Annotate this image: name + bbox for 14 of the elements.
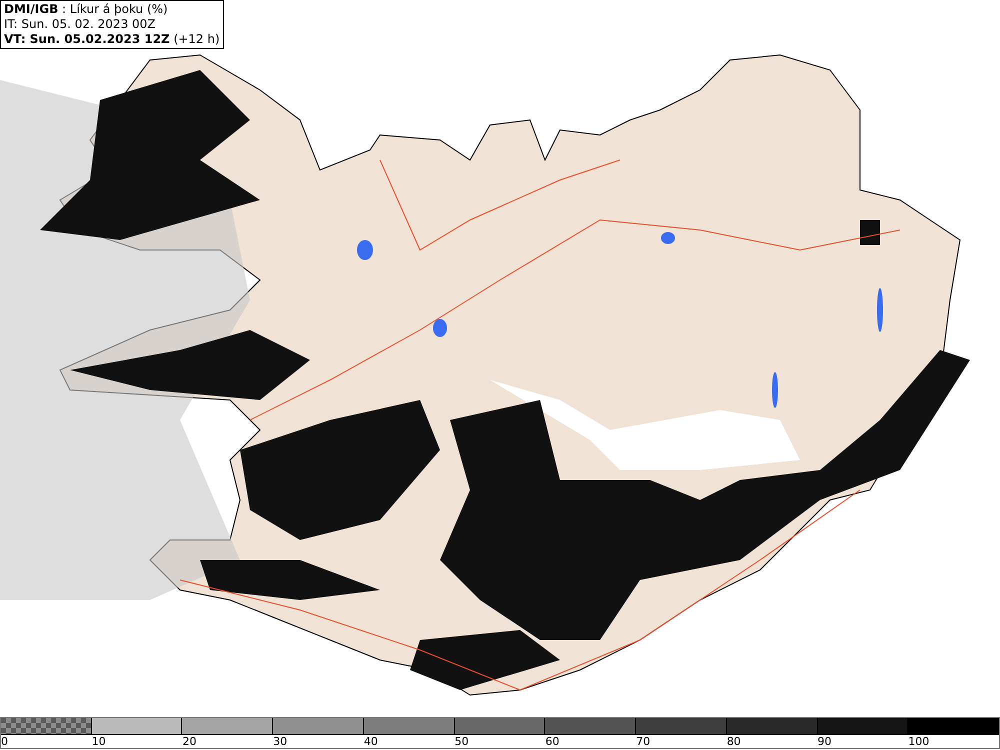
legend-label: 60 xyxy=(545,735,560,748)
legend-label: 90 xyxy=(818,735,832,748)
legend-label: 100 xyxy=(908,735,930,748)
initial-time-text: IT: Sun. 05. 02. 2023 00Z xyxy=(4,17,157,32)
legend-label: 40 xyxy=(364,735,378,748)
legend-label: 0 xyxy=(1,735,8,748)
legend-label: 70 xyxy=(636,735,650,748)
legend-label: 20 xyxy=(182,735,196,748)
legend-label: 50 xyxy=(454,735,469,748)
valid-time-text: VT: Sun. 05.02.2023 12Z (+12 h) xyxy=(4,32,220,47)
legend-label: 10 xyxy=(92,735,106,748)
map-title: DMI/IGB : Líkur á þoku (%) xyxy=(4,2,169,17)
legend-label: 80 xyxy=(726,735,741,748)
legend-label: 30 xyxy=(273,735,288,748)
